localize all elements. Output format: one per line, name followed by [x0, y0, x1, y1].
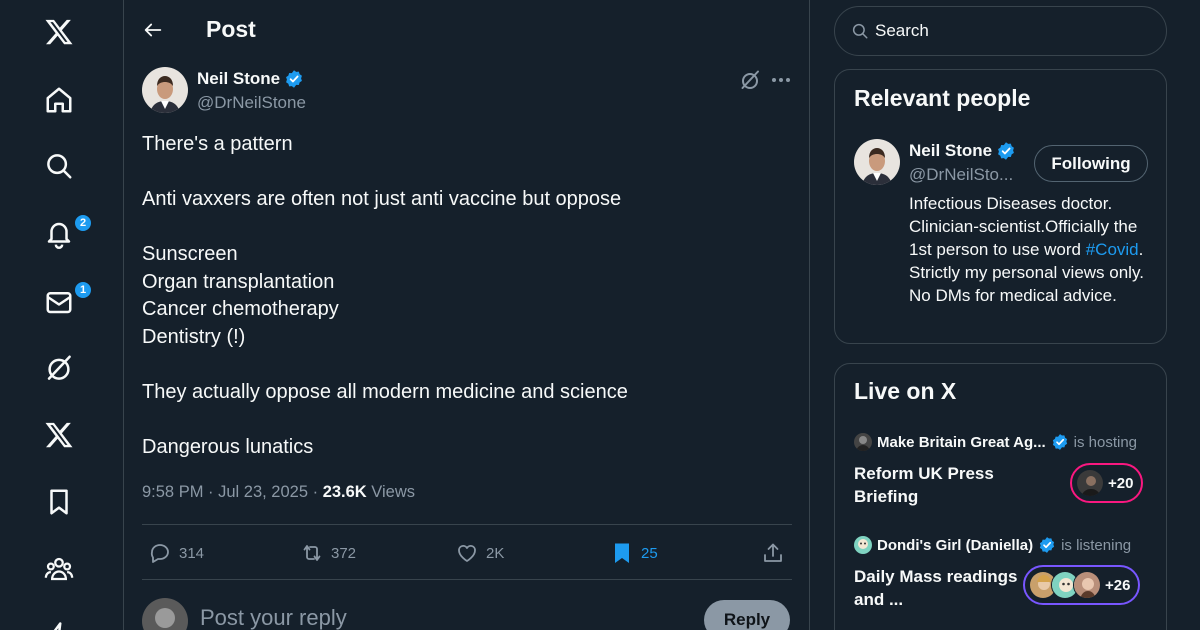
post-text-line: Sunscreen [142, 243, 238, 265]
search-placeholder: Search [875, 21, 929, 40]
card-title: Live on X [854, 378, 957, 404]
views-label: Views [366, 483, 416, 501]
grok-explain-icon[interactable] [738, 68, 762, 92]
bookmark-icon[interactable] [44, 478, 100, 526]
post-text-line: They actually oppose all modern medicine… [142, 381, 628, 403]
share-action[interactable] [761, 538, 785, 568]
reply-button[interactable]: Reply [704, 600, 790, 630]
following-button[interactable]: Following [1034, 145, 1148, 182]
page-title: Post [206, 16, 256, 42]
card-title: Relevant people [854, 85, 1031, 111]
home-icon[interactable] [44, 76, 100, 124]
post-text-line: Dangerous lunatics [142, 436, 314, 458]
mail-icon[interactable] [44, 278, 100, 326]
space-listeners-pill[interactable]: +20 [1070, 463, 1144, 503]
reply-input[interactable]: Post your reply [200, 605, 347, 630]
host-avatar [854, 536, 872, 554]
space-title[interactable]: Reform UK Press Briefing [854, 462, 1044, 508]
host-status: is listening [1061, 536, 1132, 554]
post-text-line: Cancer chemotherapy [142, 298, 339, 320]
user-avatar[interactable] [142, 598, 188, 630]
person-name-row: Neil Stone [909, 141, 1016, 161]
search-input[interactable]: Search [834, 6, 1167, 56]
person-name[interactable]: Neil Stone [909, 141, 992, 161]
views-count: 23.6K [322, 483, 367, 501]
space-host-row[interactable]: Make Britain Great Ag... is hosting [854, 433, 1137, 451]
post-timestamp[interactable]: 9:58 PM · Jul 23, 2025 · [142, 483, 323, 501]
person-bio: Infectious Diseases doctor. Clinician-sc… [909, 192, 1149, 307]
like-count: 2K [486, 544, 505, 562]
author-name[interactable]: Neil Stone [197, 69, 280, 89]
divider [142, 579, 792, 580]
like-action[interactable]: 2K [455, 538, 504, 568]
grok-icon[interactable] [44, 344, 100, 392]
search-icon[interactable] [44, 142, 100, 190]
divider [142, 524, 792, 525]
communities-icon[interactable] [44, 545, 100, 593]
post-header: Post [124, 0, 810, 60]
author-avatar[interactable] [142, 67, 188, 113]
person-handle[interactable]: @DrNeilSto... [909, 165, 1013, 185]
space-host-row[interactable]: Dondi's Girl (Daniella) is listening [854, 536, 1131, 554]
reply-count: 314 [179, 544, 205, 562]
host-avatar [854, 433, 872, 451]
lightning-icon[interactable] [44, 612, 100, 630]
repost-action[interactable]: 372 [300, 538, 356, 568]
reply-action[interactable]: 314 [148, 538, 204, 568]
author-handle[interactable]: @DrNeilStone [197, 93, 306, 113]
verified-badge-icon [996, 141, 1016, 161]
verified-badge-icon [1038, 536, 1056, 554]
bookmark-count: 25 [641, 544, 658, 562]
host-status: is hosting [1073, 433, 1138, 451]
person-avatar[interactable] [854, 139, 900, 185]
listener-count: +26 [1105, 576, 1131, 594]
space-title[interactable]: Daily Mass readings and ... [854, 565, 1044, 611]
x-premium-icon[interactable] [44, 411, 100, 459]
post-metadata: 9:58 PM · Jul 23, 2025 · 23.6K Views [142, 483, 415, 502]
notifications-bell-icon[interactable] [44, 210, 100, 258]
repost-count: 372 [331, 544, 357, 562]
heart-icon [455, 541, 479, 565]
messages-badge: 1 [74, 281, 92, 299]
listener-avatar [1076, 469, 1104, 497]
relevant-people-card: Relevant people Neil Stone @DrNeilSto...… [834, 69, 1167, 344]
search-icon [851, 22, 869, 40]
host-name: Make Britain Great Ag... [877, 433, 1046, 451]
space-listeners-pill[interactable]: +26 [1023, 565, 1141, 605]
verified-badge-icon [284, 69, 304, 89]
post-text-line: Anti vaxxers are often not just anti vac… [142, 188, 622, 210]
notifications-badge: 2 [74, 214, 92, 232]
verified-badge-icon [1051, 433, 1069, 451]
hashtag-link[interactable]: #Covid [1086, 240, 1139, 259]
author-name-row: Neil Stone [197, 69, 304, 89]
post-text-line: Dentistry (!) [142, 326, 246, 348]
repost-icon [300, 541, 324, 565]
x-logo-icon[interactable] [44, 8, 100, 56]
post-detail-column: Post Neil Stone @DrNeilStone There's a p… [124, 0, 810, 630]
bookmark-action[interactable]: 25 [610, 538, 658, 568]
bookmark-filled-icon [610, 541, 634, 565]
back-arrow-icon[interactable] [142, 16, 166, 44]
live-on-x-card: Live on X Make Britain Great Ag... is ho… [834, 363, 1167, 630]
share-icon [761, 541, 785, 565]
left-nav: 2 1 [0, 0, 124, 630]
post-text-line: Organ transplantation [142, 271, 335, 293]
listener-avatar [1073, 571, 1101, 599]
post-text-line: There's a pattern [142, 133, 293, 155]
listener-count: +20 [1108, 474, 1134, 492]
more-options-icon[interactable] [770, 70, 792, 90]
reply-icon [148, 541, 172, 565]
host-name: Dondi's Girl (Daniella) [877, 536, 1034, 554]
